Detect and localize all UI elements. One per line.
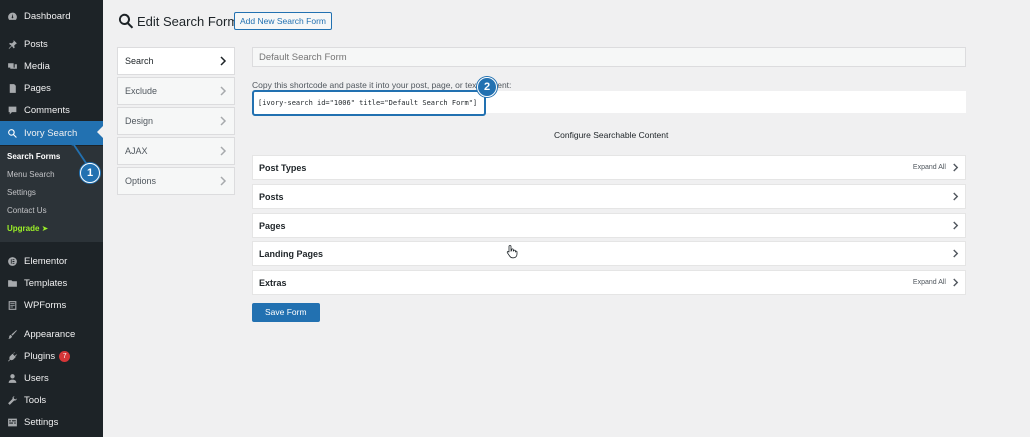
plugin-icon: [6, 350, 19, 363]
accordion-pages[interactable]: Pages: [252, 213, 966, 238]
section-title: Configure Searchable Content: [554, 130, 669, 140]
menu-label: Dashboard: [24, 10, 71, 22]
menu-item-pages[interactable]: Pages: [0, 77, 103, 99]
accordion-posts[interactable]: Posts: [252, 184, 966, 209]
hand-cursor-icon: [506, 245, 518, 259]
tab-label: AJAX: [125, 146, 148, 156]
menu-item-users[interactable]: Users: [0, 367, 103, 389]
menu-item-appearance[interactable]: Appearance: [0, 323, 103, 345]
settings-icon: [6, 416, 19, 429]
tab-label: Exclude: [125, 86, 158, 96]
menu-item-elementor[interactable]: Elementor: [0, 250, 103, 272]
menu-item-media[interactable]: Media: [0, 55, 103, 77]
wrench-icon: [6, 394, 19, 407]
form-icon: [6, 299, 19, 312]
menu-item-dashboard[interactable]: Dashboard: [0, 5, 103, 27]
user-icon: [6, 372, 19, 385]
tab-ajax[interactable]: AJAX: [117, 137, 235, 165]
menu-label: Settings: [24, 416, 59, 428]
menu-label: Appearance: [24, 328, 76, 340]
menu-item-posts[interactable]: Posts: [0, 33, 103, 55]
chevron-right-icon: [953, 249, 959, 258]
menu-label: Users: [24, 372, 49, 384]
accordion-landing-pages[interactable]: Landing Pages: [252, 241, 966, 266]
brush-icon: [6, 328, 19, 341]
chevron-right-icon: [220, 116, 227, 126]
menu-label: Pages: [24, 82, 51, 94]
submenu-menu-search[interactable]: Menu Search: [7, 170, 55, 179]
accordion-label: Extras: [259, 277, 287, 288]
tab-label: Design: [125, 116, 154, 126]
admin-sidebar: Dashboard Posts Media Pages Comments Ivo…: [0, 0, 103, 437]
menu-label: Plugins: [24, 350, 56, 362]
tab-search[interactable]: Search: [117, 47, 235, 75]
expand-all-link[interactable]: Expand All: [913, 164, 946, 171]
comment-icon: [6, 104, 19, 117]
accordion-label: Post Types: [259, 162, 307, 173]
menu-item-comments[interactable]: Comments: [0, 99, 103, 121]
menu-label: Templates: [24, 277, 68, 289]
accordion-extras[interactable]: Extras Expand All: [252, 270, 966, 295]
save-form-button[interactable]: Save Form: [252, 303, 320, 322]
dashboard-icon: [6, 10, 19, 23]
expand-all-link[interactable]: Expand All: [913, 279, 946, 286]
shortcode-instructions: Copy this shortcode and paste it into yo…: [252, 80, 512, 90]
submenu-settings[interactable]: Settings: [7, 188, 36, 197]
pin-icon: [6, 38, 19, 51]
accordion-label: Landing Pages: [259, 248, 324, 259]
shortcode-field[interactable]: [ivory-search id="1006" title="Default S…: [252, 90, 486, 116]
elementor-icon: [6, 255, 19, 268]
step-2-marker: 2: [477, 77, 497, 97]
submenu-upgrade[interactable]: Upgrade ➤: [7, 224, 48, 233]
menu-item-templates[interactable]: Templates: [0, 272, 103, 294]
chevron-right-icon: [953, 278, 959, 287]
tab-label: Search: [125, 56, 154, 66]
menu-item-tools[interactable]: Tools: [0, 389, 103, 411]
add-new-search-form-button[interactable]: Add New Search Form: [234, 12, 332, 30]
chevron-right-icon: [953, 192, 959, 201]
menu-item-settings[interactable]: Settings: [0, 411, 103, 433]
menu-label: Media: [24, 60, 50, 72]
menu-item-wpforms[interactable]: WPForms: [0, 294, 103, 316]
plugins-update-badge: 7: [59, 350, 71, 362]
menu-label: Elementor: [24, 255, 68, 267]
menu-label: Tools: [24, 394, 47, 406]
accordion-label: Pages: [259, 220, 286, 231]
chevron-right-icon: [220, 56, 227, 66]
search-icon: [118, 13, 134, 29]
submenu-contact-us[interactable]: Contact Us: [7, 206, 47, 215]
page-title: Edit Search Form: [137, 14, 239, 29]
chevron-right-icon: [953, 221, 959, 230]
submenu-search-forms[interactable]: Search Forms: [7, 152, 60, 161]
folder-icon: [6, 277, 19, 290]
chevron-right-icon: [220, 146, 227, 156]
search-icon: [6, 127, 19, 140]
accordion-label: Posts: [259, 191, 284, 202]
menu-label: Posts: [24, 38, 48, 50]
media-icon: [6, 60, 19, 73]
menu-label: Comments: [24, 104, 70, 116]
tab-options[interactable]: Options: [117, 167, 235, 195]
chevron-right-icon: [220, 86, 227, 96]
menu-label: WPForms: [24, 299, 67, 311]
search-form-name-input[interactable]: [252, 47, 966, 67]
tab-design[interactable]: Design: [117, 107, 235, 135]
chevron-right-icon: [953, 163, 959, 172]
tab-label: Options: [125, 176, 157, 186]
tab-exclude[interactable]: Exclude: [117, 77, 235, 105]
menu-item-plugins[interactable]: Plugins 7: [0, 345, 103, 367]
step-1-marker: 1: [80, 163, 100, 183]
chevron-right-icon: [220, 176, 227, 186]
menu-label: Ivory Search: [24, 127, 78, 139]
pages-icon: [6, 82, 19, 95]
accordion-post-types[interactable]: Post Types Expand All: [252, 155, 966, 180]
